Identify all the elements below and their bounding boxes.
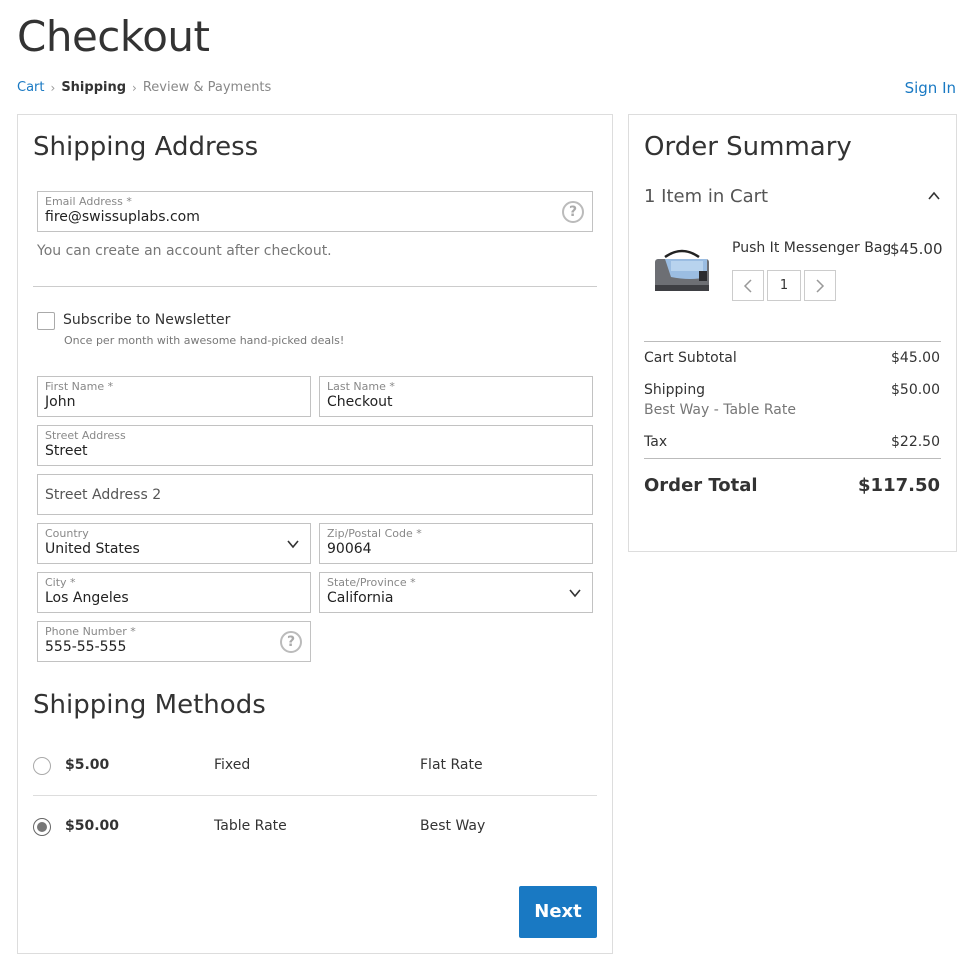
newsletter-checkbox[interactable] bbox=[37, 312, 55, 330]
chevron-down-icon bbox=[287, 540, 299, 549]
help-icon[interactable]: ? bbox=[280, 631, 302, 653]
method-price: $5.00 bbox=[65, 757, 110, 773]
qty-value: 1 bbox=[779, 278, 789, 293]
last-name-field[interactable]: Last Name * Checkout bbox=[319, 376, 593, 417]
street-address-2-placeholder: Street Address 2 bbox=[45, 487, 162, 503]
last-name-label: Last Name * bbox=[327, 380, 395, 393]
email-label: Email Address * bbox=[45, 195, 132, 208]
first-name-field[interactable]: First Name * John bbox=[37, 376, 311, 417]
newsletter-subtext: Once per month with awesome hand-picked … bbox=[64, 334, 345, 347]
city-label: City * bbox=[45, 576, 76, 589]
last-name-value: Checkout bbox=[327, 394, 393, 410]
qty-increase-button[interactable] bbox=[804, 270, 836, 301]
zip-label: Zip/Postal Code * bbox=[327, 527, 422, 540]
shipping-method-label: Best Way - Table Rate bbox=[644, 402, 796, 418]
tax-value: $22.50 bbox=[891, 434, 940, 450]
email-field[interactable]: Email Address * fire@swissuplabs.com ? bbox=[37, 191, 593, 232]
divider bbox=[644, 341, 941, 342]
chevron-up-icon[interactable] bbox=[927, 190, 941, 202]
first-name-label: First Name * bbox=[45, 380, 114, 393]
breadcrumb-cart-link[interactable]: Cart bbox=[17, 80, 45, 95]
shipping-address-title: Shipping Address bbox=[33, 132, 259, 162]
breadcrumb-shipping: Shipping bbox=[61, 80, 127, 95]
breadcrumb: Cart › Shipping › Review & Payments bbox=[17, 80, 271, 95]
shipping-method-radio[interactable] bbox=[33, 818, 51, 836]
order-total-value: $117.50 bbox=[858, 475, 940, 496]
chevron-right-icon bbox=[816, 279, 825, 293]
breadcrumb-separator: › bbox=[132, 80, 137, 95]
order-total-label: Order Total bbox=[644, 475, 758, 496]
first-name-value: John bbox=[45, 394, 76, 410]
page-title: Checkout bbox=[17, 12, 210, 61]
chevron-down-icon bbox=[569, 589, 581, 598]
divider bbox=[644, 458, 941, 459]
method-price: $50.00 bbox=[65, 818, 120, 834]
state-select[interactable]: State/Province * California bbox=[319, 572, 593, 613]
shipping-methods-title: Shipping Methods bbox=[33, 690, 266, 720]
phone-field[interactable]: Phone Number * 555-55-555 ? bbox=[37, 621, 311, 662]
qty-input[interactable]: 1 bbox=[767, 270, 801, 301]
help-icon[interactable]: ? bbox=[562, 201, 584, 223]
subtotal-label: Cart Subtotal bbox=[644, 350, 737, 366]
city-value: Los Angeles bbox=[45, 590, 129, 606]
divider bbox=[33, 795, 597, 796]
method-name: Table Rate bbox=[214, 818, 287, 834]
next-button[interactable]: Next bbox=[519, 886, 597, 938]
country-select[interactable]: Country United States bbox=[37, 523, 311, 564]
order-summary-title: Order Summary bbox=[644, 132, 852, 162]
state-value: California bbox=[327, 590, 394, 606]
street-address-field[interactable]: Street Address Street bbox=[37, 425, 593, 466]
zip-field[interactable]: Zip/Postal Code * 90064 bbox=[319, 523, 593, 564]
account-note: You can create an account after checkout… bbox=[37, 243, 332, 259]
street-address-label: Street Address bbox=[45, 429, 126, 442]
shipping-method-radio[interactable] bbox=[33, 757, 51, 775]
city-field[interactable]: City * Los Angeles bbox=[37, 572, 311, 613]
method-carrier: Best Way bbox=[420, 818, 486, 834]
subtotal-value: $45.00 bbox=[891, 350, 940, 366]
item-name[interactable]: Push It Messenger Bag bbox=[732, 240, 891, 256]
qty-decrease-button[interactable] bbox=[732, 270, 764, 301]
tax-label: Tax bbox=[644, 434, 668, 450]
item-price: $45.00 bbox=[890, 240, 943, 258]
country-value: United States bbox=[45, 541, 140, 557]
breadcrumb-review-payments: Review & Payments bbox=[142, 80, 272, 95]
product-image bbox=[655, 249, 709, 291]
newsletter-label: Subscribe to Newsletter bbox=[63, 312, 231, 328]
zip-value: 90064 bbox=[327, 541, 372, 557]
street-address-value: Street bbox=[45, 443, 88, 459]
chevron-left-icon bbox=[743, 279, 752, 293]
items-in-cart-toggle[interactable]: 1 Item in Cart bbox=[644, 186, 768, 207]
shipping-label: Shipping bbox=[644, 382, 706, 398]
state-label: State/Province * bbox=[327, 576, 416, 589]
phone-value: 555-55-555 bbox=[45, 639, 127, 655]
shipping-value: $50.00 bbox=[891, 382, 940, 398]
email-value: fire@swissuplabs.com bbox=[45, 209, 200, 225]
country-label: Country bbox=[45, 527, 89, 540]
breadcrumb-separator: › bbox=[50, 80, 56, 95]
sign-in-link[interactable]: Sign In bbox=[905, 79, 956, 97]
street-address-2-field[interactable]: Street Address 2 bbox=[37, 474, 593, 515]
phone-label: Phone Number * bbox=[45, 625, 136, 638]
method-carrier: Flat Rate bbox=[420, 757, 483, 773]
divider bbox=[33, 286, 597, 287]
method-name: Fixed bbox=[214, 757, 251, 773]
